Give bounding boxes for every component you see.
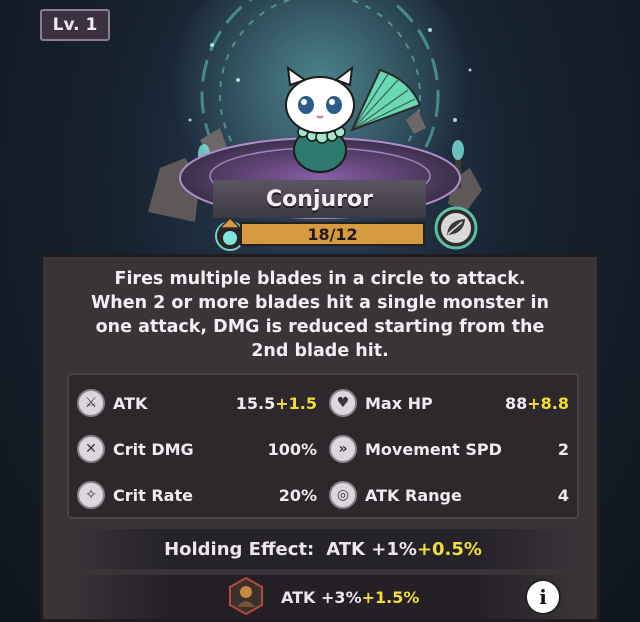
crit-damage-icon: ✕ — [77, 435, 105, 463]
shard-progress-bar: 18/12 — [240, 222, 425, 246]
info-button[interactable]: i — [527, 581, 559, 613]
stat-crit-rate-value: 20% — [278, 485, 317, 505]
stat-max-hp: ♥ Max HP 88 +8.8 — [329, 385, 569, 421]
equip-effect-stat: ATK +3% — [281, 587, 362, 607]
stat-movement-spd: » Movement SPD 2 — [329, 431, 569, 467]
holding-effect: Holding Effect: ATK +1% +0.5% — [67, 529, 579, 569]
stat-crit-dmg-value: 100% — [267, 439, 317, 459]
stat-crit-rate-label: Crit Rate — [113, 485, 193, 505]
holding-effect-label: Holding Effect: — [164, 538, 315, 560]
stats-panel: ⚔ ATK 15.5 +1.5 ♥ Max HP 88 +8.8 ✕ Crit DM… — [67, 373, 579, 519]
boot-icon: » — [329, 435, 357, 463]
holding-effect-bonus: +0.5% — [416, 538, 482, 560]
stat-crit-dmg: ✕ Crit DMG 100% — [77, 431, 317, 467]
stat-movement-spd-label: Movement SPD — [365, 439, 502, 459]
character-name: Conjuror — [213, 180, 426, 218]
sword-icon: ⚔ — [77, 389, 105, 417]
stat-movement-spd-value: 2 — [557, 439, 569, 459]
equipment-icon[interactable] — [227, 577, 265, 615]
equip-effect-bonus: +1.5% — [361, 587, 420, 607]
stat-max-hp-bonus: +8.8 — [527, 393, 569, 413]
leaf-icon[interactable] — [432, 204, 480, 252]
holding-effect-stat: ATK +1% — [326, 538, 417, 560]
stat-atk-base: 15.5 — [235, 393, 276, 413]
stat-atk-bonus: +1.5 — [275, 393, 317, 413]
stat-crit-rate: ✧ Crit Rate 20% — [77, 477, 317, 513]
level-badge: Lv. 1 — [40, 9, 110, 41]
skill-info-card: Fires multiple blades in a circle to att… — [40, 254, 600, 622]
heart-icon: ♥ — [329, 389, 357, 417]
cat-head — [285, 76, 355, 134]
stat-atk-range-value: 4 — [557, 485, 569, 505]
stat-atk-label: ATK — [113, 393, 148, 413]
stat-atk-range: ◎ ATK Range 4 — [329, 477, 569, 513]
equip-effect-text: ATK +3% +1.5% — [281, 575, 419, 619]
skill-description: Fires multiple blades in a circle to att… — [90, 269, 549, 361]
stat-atk: ⚔ ATK 15.5 +1.5 — [77, 385, 317, 421]
stat-max-hp-label: Max HP — [365, 393, 433, 413]
equip-effect-row: ATK +3% +1.5% i — [67, 575, 579, 619]
stat-max-hp-base: 88 — [504, 393, 528, 413]
stat-atk-range-label: ATK Range — [365, 485, 462, 505]
range-icon: ◎ — [329, 481, 357, 509]
shard-progress-text: 18/12 — [307, 224, 358, 244]
crit-rate-icon: ✧ — [77, 481, 105, 509]
stat-crit-dmg-label: Crit DMG — [113, 439, 194, 459]
